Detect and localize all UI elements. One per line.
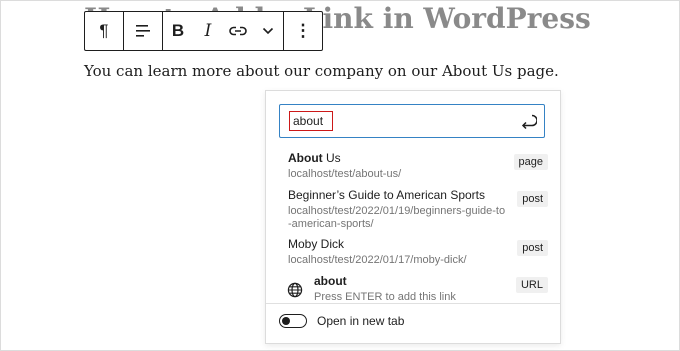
- result-url-line-1: localhost/test/2022/01/19/beginners-guid…: [288, 205, 506, 217]
- chevron-svg: [262, 27, 274, 35]
- result-url-line-2: -american-sports/: [288, 218, 374, 230]
- link-search-input[interactable]: [289, 111, 333, 131]
- more-options-icon[interactable]: ⋮: [284, 12, 322, 50]
- options-group: ⋮: [284, 12, 322, 50]
- paragraph-icon[interactable]: ¶: [85, 12, 123, 50]
- link-search-box[interactable]: [279, 104, 545, 138]
- link-icon[interactable]: [223, 12, 253, 50]
- result-title: about: [314, 274, 548, 289]
- result-title-match: About: [288, 151, 323, 165]
- chevron-down-icon[interactable]: [253, 12, 283, 50]
- align-group: [124, 12, 163, 50]
- toggle-knob: [282, 317, 290, 325]
- result-title: About Us: [288, 151, 548, 166]
- open-in-new-tab-row[interactable]: Open in new tab: [279, 314, 404, 328]
- align-icon-svg: [136, 25, 150, 37]
- result-type-badge: post: [517, 191, 548, 207]
- link-popover: About Us localhost/test/about-us/ page B…: [265, 90, 561, 344]
- result-title: Beginner’s Guide to American Sports: [288, 188, 485, 202]
- block-toolbar: ¶ B I ⋮: [84, 11, 323, 51]
- result-type-badge: page: [513, 154, 548, 170]
- block-type-group: ¶: [85, 12, 124, 50]
- result-title: Moby Dick: [288, 237, 345, 251]
- url-result-text: about Press ENTER to add this link: [314, 274, 548, 304]
- bold-icon[interactable]: B: [163, 12, 193, 50]
- result-url: localhost/test/2022/01/17/moby-dick/: [288, 254, 467, 266]
- globe-icon: [287, 282, 303, 298]
- result-type-badge: post: [517, 240, 548, 256]
- open-in-new-tab-toggle[interactable]: [279, 314, 307, 328]
- result-title-match: about: [314, 274, 347, 288]
- search-result-moby-dick[interactable]: Moby Dick localhost/test/2022/01/17/moby…: [288, 237, 548, 267]
- submit-enter-icon[interactable]: [519, 112, 537, 130]
- result-url: localhost/test/about-us/: [288, 168, 402, 180]
- open-in-new-tab-label: Open in new tab: [317, 314, 405, 328]
- format-group: B I: [163, 12, 284, 50]
- italic-icon[interactable]: I: [193, 12, 223, 50]
- result-title-rest: Us: [322, 151, 341, 165]
- paragraph-block[interactable]: You can learn more about our company on …: [84, 62, 559, 80]
- search-result-url[interactable]: about Press ENTER to add this link URL: [287, 274, 548, 304]
- search-result-about-us[interactable]: About Us localhost/test/about-us/ page: [288, 151, 548, 181]
- popover-divider: [266, 303, 560, 304]
- result-type-badge: URL: [515, 277, 548, 293]
- search-result-beginners-guide[interactable]: Beginner’s Guide to American Sports loca…: [288, 188, 548, 231]
- result-url: localhost/test/2022/01/19/beginners-guid…: [288, 205, 548, 231]
- align-icon[interactable]: [124, 12, 162, 50]
- link-icon-svg: [229, 26, 247, 36]
